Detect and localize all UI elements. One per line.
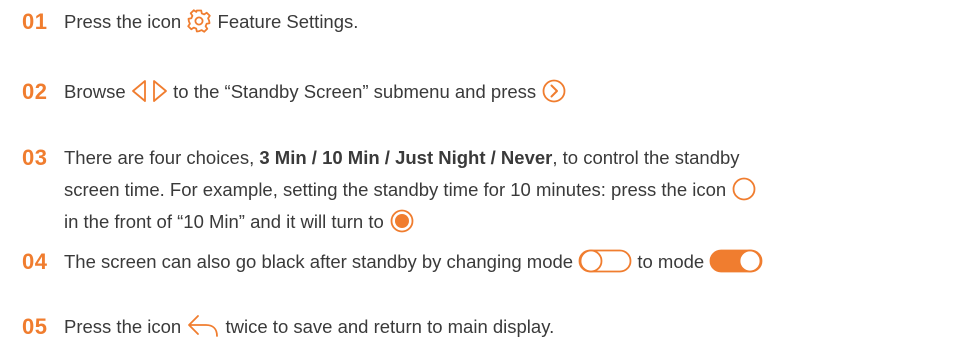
radio-selected-icon (389, 208, 415, 234)
arrow-right-icon (152, 78, 168, 104)
arrow-left-icon (131, 78, 147, 104)
step-01: 01 Press the icon Feature Settings. (22, 6, 968, 38)
step-text: There are four choices, 3 Min / 10 Min /… (64, 142, 757, 238)
step-text-part: Press the icon (64, 11, 182, 32)
step-03: 03 There are four choices, 3 Min / 10 Mi… (22, 142, 968, 238)
toggle-on-icon (709, 248, 763, 274)
step-text-part: Browse (64, 81, 126, 102)
gear-icon (186, 8, 212, 34)
step-text-part: , to control the standby (552, 147, 740, 168)
step-04: 04 The screen can also go black after st… (22, 246, 968, 278)
step-text: Press the icon Feature Settings. (64, 6, 358, 38)
step-number: 05 (22, 314, 48, 339)
back-return-icon (186, 313, 220, 339)
step-text-part: screen time. For example, setting the st… (64, 179, 727, 200)
step-text-part: to the “Standby Screen” submenu and pres… (173, 81, 537, 102)
step-text-part: There are four choices, (64, 147, 255, 168)
step-number: 01 (22, 9, 48, 34)
step-text-part: Press the icon (64, 316, 182, 337)
step-number: 04 (22, 249, 48, 274)
step-02: 02 Browse to the “Standby Screen” submen… (22, 76, 968, 108)
step-text-part: Feature Settings. (217, 11, 359, 32)
step-text-part: in the front of “10 Min” and it will tur… (64, 211, 384, 232)
step-text: The screen can also go black after stand… (64, 246, 763, 278)
step-text-part: twice to save and return to main display… (225, 316, 555, 337)
step-number: 02 (22, 79, 48, 104)
step-05: 05 Press the icon twice to save and retu… (22, 311, 968, 343)
circle-arrow-right-icon (541, 78, 567, 104)
step-text-part: to mode (637, 251, 705, 272)
toggle-off-icon (578, 248, 632, 274)
step-text: Press the icon twice to save and return … (64, 311, 554, 343)
radio-unselected-icon (731, 176, 757, 202)
step-text: Browse to the “Standby Screen” submenu a… (64, 76, 567, 108)
step-number: 03 (22, 145, 48, 170)
standby-options: 3 Min / 10 Min / Just Night / Never (259, 147, 553, 168)
step-text-part: The screen can also go black after stand… (64, 251, 574, 272)
